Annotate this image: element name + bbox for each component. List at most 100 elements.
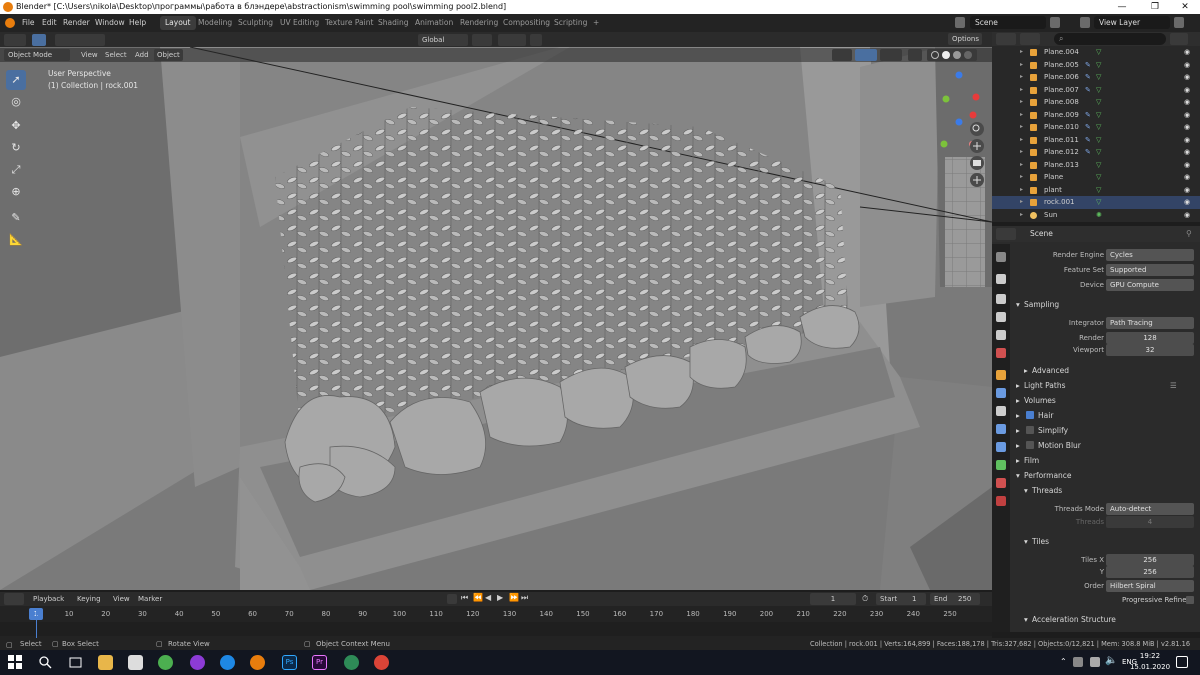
tool-tab-icon[interactable] <box>996 252 1006 262</box>
pin-icon[interactable]: ⚲ <box>1186 226 1192 242</box>
expand-arrow-icon[interactable]: ▸ <box>1020 209 1023 222</box>
outliner-row[interactable]: ▸ Plane.009 ✎ ▽ ◉ <box>992 109 1200 122</box>
progressive-refine-checkbox[interactable] <box>1186 596 1194 604</box>
photoshop-icon[interactable]: Ps <box>282 655 297 670</box>
film-section[interactable]: ▸ Film <box>1010 453 1200 468</box>
visibility-eye-icon[interactable]: ◉ <box>1184 134 1190 147</box>
expand-arrow-icon[interactable]: ▸ <box>1020 171 1023 184</box>
tool-rotate[interactable]: ↻ <box>6 138 26 158</box>
hair-section[interactable]: ▸ Hair <box>1010 408 1200 423</box>
integrator-select[interactable]: Path Tracing <box>1106 317 1194 329</box>
visibility-eye-icon[interactable]: ◉ <box>1184 96 1190 109</box>
visibility-eye-icon[interactable]: ◉ <box>1184 146 1190 159</box>
expand-arrow-icon[interactable]: ▸ <box>1020 59 1023 72</box>
timeline-ruler[interactable]: 1102030405060708090100110120130140150160… <box>0 608 992 622</box>
tab-sculpting[interactable]: Sculpting <box>233 16 278 30</box>
expand-arrow-icon[interactable]: ▸ <box>1020 134 1023 147</box>
render-tab-icon[interactable] <box>996 274 1006 284</box>
timeline-track-area[interactable] <box>0 622 992 636</box>
visibility-eye-icon[interactable]: ◉ <box>1184 71 1190 84</box>
app-icon[interactable] <box>344 655 359 670</box>
selection-mode-buttons[interactable] <box>55 34 105 46</box>
menu-help[interactable]: Help <box>129 14 146 32</box>
clock-time[interactable]: 19:22 <box>1138 652 1162 660</box>
advanced-section[interactable]: ▸ Advanced <box>1010 363 1200 378</box>
menu-object[interactable]: Object <box>154 49 183 61</box>
hair-checkbox[interactable] <box>1026 411 1034 419</box>
menu-marker[interactable]: Marker <box>135 593 165 605</box>
menu-render[interactable]: Render <box>63 14 90 32</box>
threads-subsection[interactable]: ▾ Threads <box>1010 483 1200 498</box>
current-frame-field[interactable]: 1 <box>810 593 856 605</box>
transform-orientation-select[interactable]: Global <box>418 34 468 46</box>
list-icon[interactable]: ☰ <box>1170 378 1177 393</box>
threads-mode-select[interactable]: Auto-detect <box>1106 503 1194 515</box>
pan-icon[interactable] <box>970 139 984 153</box>
expand-arrow-icon[interactable]: ▸ <box>1020 159 1023 172</box>
ortho-toggle-icon[interactable] <box>970 173 984 187</box>
tiles-y-field[interactable]: 256 <box>1106 566 1194 578</box>
visibility-eye-icon[interactable]: ◉ <box>1184 159 1190 172</box>
scene-icon[interactable] <box>955 17 965 28</box>
options-button[interactable]: Options <box>948 33 982 45</box>
jump-keyframe-forward-icon[interactable]: ⏩ <box>509 593 519 602</box>
menu-timeline-view[interactable]: View <box>110 593 133 605</box>
expand-arrow-icon[interactable]: ▸ <box>1020 71 1023 84</box>
filter-icon[interactable] <box>1170 33 1188 45</box>
task-view-icon[interactable] <box>68 655 83 670</box>
simplify-checkbox[interactable] <box>1026 426 1034 434</box>
tab-compositing[interactable]: Compositing <box>498 16 555 30</box>
outliner-editor-type-icon[interactable] <box>996 33 1016 45</box>
material-shading-icon[interactable] <box>953 51 961 59</box>
wireframe-shading-icon[interactable] <box>931 51 939 59</box>
menu-keying[interactable]: Keying <box>74 593 104 605</box>
premiere-icon[interactable]: Pr <box>312 655 327 670</box>
record-button[interactable] <box>447 594 457 604</box>
visibility-icon[interactable] <box>832 49 852 61</box>
tab-animation[interactable]: Animation <box>410 16 458 30</box>
order-select[interactable]: Hilbert Spiral <box>1106 580 1194 592</box>
outliner-row[interactable]: ▸ rock.001 ▽ ◉ <box>992 196 1200 209</box>
scene-selector[interactable]: Scene <box>970 16 1046 29</box>
playhead[interactable] <box>36 608 37 638</box>
start-frame-field[interactable]: Start 1 <box>876 593 926 605</box>
minimize-button[interactable]: — <box>1107 0 1137 14</box>
tool-transform[interactable]: ⊕ <box>6 182 26 202</box>
tab-scripting[interactable]: Scripting <box>549 16 592 30</box>
tray-chevron-icon[interactable]: ⌃ <box>1060 657 1067 666</box>
outliner-row[interactable]: ▸ Plane.013 ▽ ◉ <box>992 159 1200 172</box>
expand-arrow-icon[interactable]: ▸ <box>1020 109 1023 122</box>
jump-keyframe-back-icon[interactable]: ⏪ <box>473 593 483 602</box>
menu-select[interactable]: Select <box>102 49 130 61</box>
object-mode-select[interactable]: Object Mode <box>4 49 70 61</box>
output-tab-icon[interactable] <box>996 294 1006 304</box>
pivot-point-icon[interactable] <box>472 34 492 46</box>
simplify-section[interactable]: ▸ Simplify <box>1010 423 1200 438</box>
performance-section[interactable]: ▾ Performance <box>1010 468 1200 483</box>
zoom-icon[interactable] <box>970 122 984 136</box>
tool-cursor[interactable]: ◎ <box>6 92 26 112</box>
sampling-section[interactable]: ▾ Sampling <box>1010 297 1200 312</box>
outliner-row[interactable]: ▸ Plane.012 ✎ ▽ ◉ <box>992 146 1200 159</box>
motion-blur-section[interactable]: ▸ Motion Blur <box>1010 438 1200 453</box>
modifier-tab-icon[interactable] <box>996 388 1006 398</box>
blender-taskbar-icon[interactable] <box>250 655 265 670</box>
expand-arrow-icon[interactable]: ▸ <box>1020 146 1023 159</box>
visibility-eye-icon[interactable]: ◉ <box>1184 196 1190 209</box>
tray-app-icon[interactable] <box>1073 657 1083 667</box>
expand-arrow-icon[interactable]: ▸ <box>1020 46 1023 59</box>
camera-view-icon[interactable] <box>970 156 984 170</box>
new-scene-icon[interactable] <box>1050 17 1060 28</box>
rendered-shading-icon[interactable] <box>964 51 972 59</box>
end-frame-field[interactable]: End 250 <box>930 593 980 605</box>
scene-tab-icon[interactable] <box>996 330 1006 340</box>
material-tab-icon[interactable] <box>996 478 1006 488</box>
tool-select[interactable]: ➚ <box>6 70 26 90</box>
outliner-row[interactable]: ▸ plant ▽ ◉ <box>992 184 1200 197</box>
outliner-search-input[interactable]: ⌕ <box>1054 33 1166 45</box>
properties-editor-type-icon[interactable] <box>996 228 1016 240</box>
windows-start-icon[interactable] <box>8 655 22 669</box>
menu-file[interactable]: File <box>22 14 35 32</box>
3d-viewport[interactable]: User Perspective (1) Collection | rock.0… <box>0 47 992 590</box>
gizmo-toggle-icon[interactable] <box>855 49 877 61</box>
